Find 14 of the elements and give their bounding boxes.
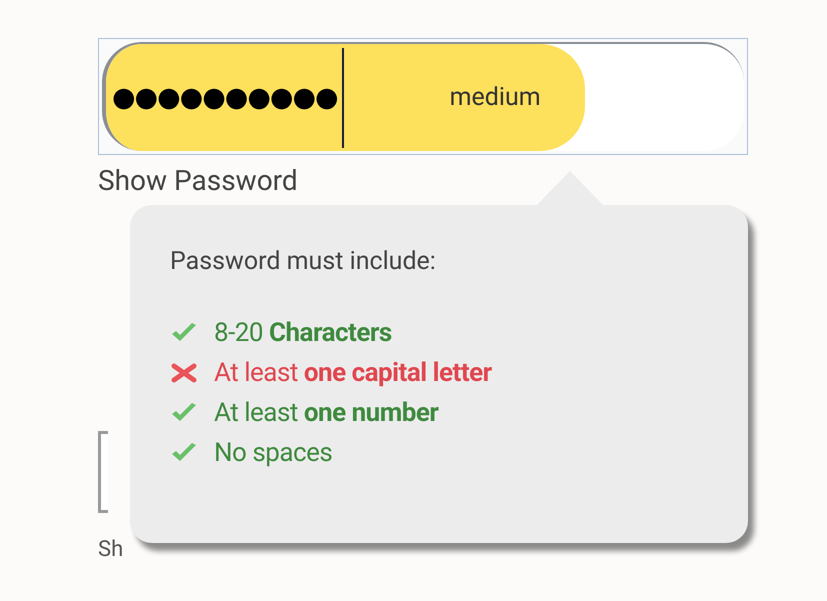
check-icon: [170, 322, 198, 344]
password-field[interactable]: ●●●●●●●●●● medium: [98, 38, 748, 155]
strength-label: medium: [450, 82, 541, 114]
requirement-text: At least one capital letter: [214, 360, 492, 386]
check-icon: [170, 442, 198, 464]
requirement-text: 8-20 Characters: [214, 320, 392, 346]
requirement-text: At least one number: [214, 400, 438, 426]
tooltip-title: Password must include:: [170, 249, 437, 274]
cross-icon: [170, 362, 198, 384]
show-password-label: Show Password: [98, 167, 298, 195]
check-icon: [170, 402, 198, 424]
requirement-text: No spaces: [214, 440, 332, 466]
show-password-label: Sh: [98, 536, 124, 564]
password-dots: ●●●●●●●●●●: [112, 84, 338, 111]
